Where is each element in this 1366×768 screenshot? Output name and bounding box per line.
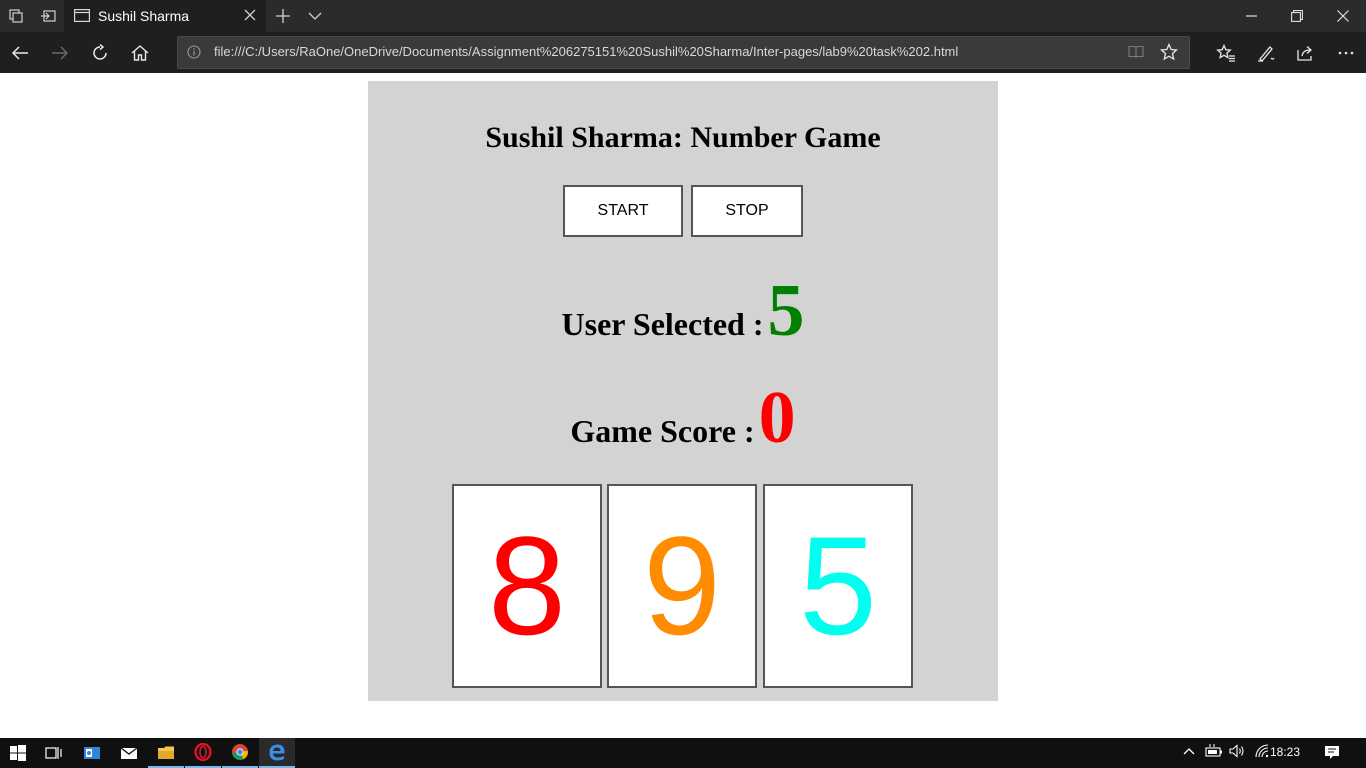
game-panel: Sushil Sharma: Number Game START STOP Us… [368, 81, 998, 701]
new-tab-icon[interactable] [270, 0, 296, 32]
mail-icon[interactable] [111, 738, 147, 768]
tab-title: Sushil Sharma [98, 8, 190, 24]
tab-groups-icon[interactable] [0, 0, 32, 32]
minimize-icon[interactable] [1228, 0, 1274, 32]
refresh-icon[interactable] [80, 37, 120, 69]
tab-sushil-sharma[interactable]: Sushil Sharma [64, 0, 266, 32]
file-explorer-icon[interactable] [148, 738, 184, 768]
more-options-icon[interactable] [1326, 37, 1366, 69]
opera-icon[interactable] [185, 738, 221, 768]
battery-icon[interactable] [1205, 744, 1223, 761]
reading-view-icon[interactable] [1128, 45, 1144, 64]
game-score-value: 0 [758, 377, 796, 459]
close-window-icon[interactable] [1320, 0, 1366, 32]
taskbar-clock[interactable]: 18:23 [1270, 745, 1300, 759]
navigation-bar: file:///C:/Users/RaOne/OneDrive/Document… [0, 32, 1366, 73]
outlook-icon[interactable] [74, 738, 110, 768]
chrome-icon[interactable] [222, 738, 258, 768]
page-title: Sushil Sharma: Number Game [485, 121, 881, 154]
url-text: file:///C:/Users/RaOne/OneDrive/Document… [214, 44, 959, 59]
home-icon[interactable] [120, 37, 160, 69]
task-view-icon[interactable] [36, 738, 72, 768]
stop-button[interactable]: STOP [691, 185, 803, 237]
start-icon[interactable] [0, 738, 36, 768]
forward-icon[interactable] [40, 37, 80, 69]
number-card-3: 5 [763, 484, 913, 688]
wifi-icon[interactable] [1254, 744, 1270, 761]
web-note-pen-icon[interactable] [1246, 37, 1286, 69]
back-icon[interactable] [0, 37, 40, 69]
address-bar[interactable]: file:///C:/Users/RaOne/OneDrive/Document… [177, 36, 1190, 69]
info-icon[interactable] [187, 45, 201, 64]
number-card-1: 8 [452, 484, 602, 688]
volume-icon[interactable] [1229, 744, 1247, 761]
share-icon[interactable] [1286, 37, 1326, 69]
user-selected-value: 5 [767, 270, 805, 352]
action-center-icon[interactable] [1324, 745, 1340, 763]
favorite-star-icon[interactable] [1159, 42, 1179, 66]
set-tabs-aside-icon[interactable] [32, 0, 64, 32]
number-card-2: 9 [607, 484, 757, 688]
tab-preview-chevron-icon[interactable] [302, 0, 328, 32]
page-icon [74, 9, 91, 27]
close-tab-icon[interactable] [244, 8, 256, 24]
favorites-hub-icon[interactable] [1206, 37, 1246, 69]
edge-icon[interactable] [259, 738, 295, 768]
restore-icon[interactable] [1274, 0, 1320, 32]
start-button[interactable]: START [563, 185, 683, 237]
game-score-line: Game Score : 0 [368, 376, 998, 461]
show-hidden-icons-chevron-icon[interactable] [1183, 744, 1195, 758]
user-selected-label: User Selected : [561, 306, 764, 342]
game-score-label: Game Score : [570, 413, 755, 449]
user-selected-line: User Selected : 5 [368, 269, 998, 354]
taskbar: 18:23 [0, 738, 1366, 768]
title-bar: Sushil Sharma [0, 0, 1366, 32]
